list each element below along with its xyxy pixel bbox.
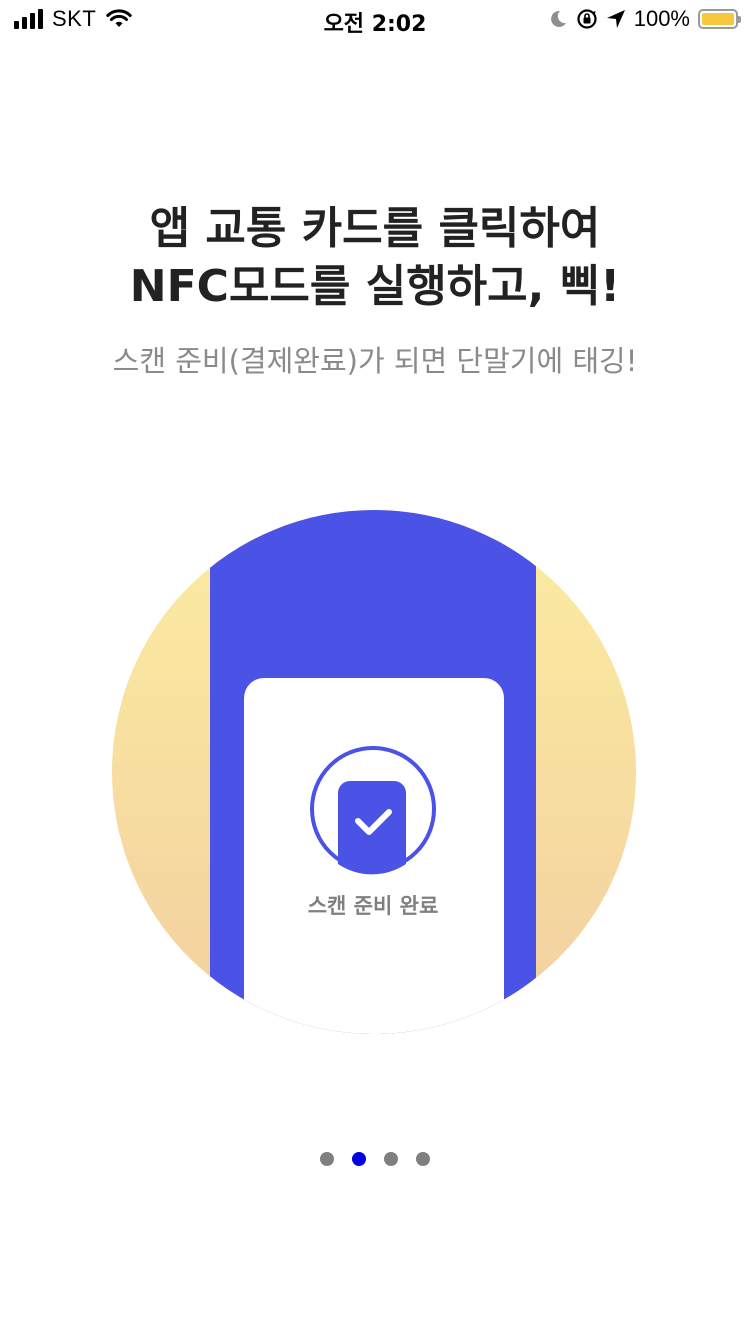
page-dot-4[interactable] — [416, 1152, 430, 1166]
battery-level-fill — [702, 13, 734, 25]
battery-icon — [698, 9, 741, 29]
orientation-lock-icon — [577, 9, 597, 29]
title-line-2: NFC모드를 실행하고, 삑! — [129, 261, 621, 312]
do-not-disturb-moon-icon — [550, 10, 566, 27]
page-indicator — [0, 1152, 750, 1166]
battery-percentage: 100% — [633, 6, 690, 31]
status-bar-right: 100% — [548, 6, 741, 32]
nfc-illustration: 스캔 준비 완료 — [112, 510, 636, 1034]
page-title: 앱 교통 카드를 클릭하여 NFC모드를 실행하고, 삑! — [0, 200, 750, 316]
card-status-label: 스캔 준비 완료 — [308, 894, 439, 918]
status-bar: SKT 오전 2:02 100% — [0, 0, 750, 40]
page-dot-3[interactable] — [384, 1152, 398, 1166]
location-arrow-icon — [606, 10, 625, 28]
page-dot-1[interactable] — [320, 1152, 334, 1166]
page-dot-2-active[interactable] — [352, 1152, 366, 1166]
page-subtitle: 스캔 준비(결제완료)가 되면 단말기에 태깅! — [112, 344, 638, 378]
title-line-1: 앱 교통 카드를 클릭하여 — [149, 203, 601, 254]
